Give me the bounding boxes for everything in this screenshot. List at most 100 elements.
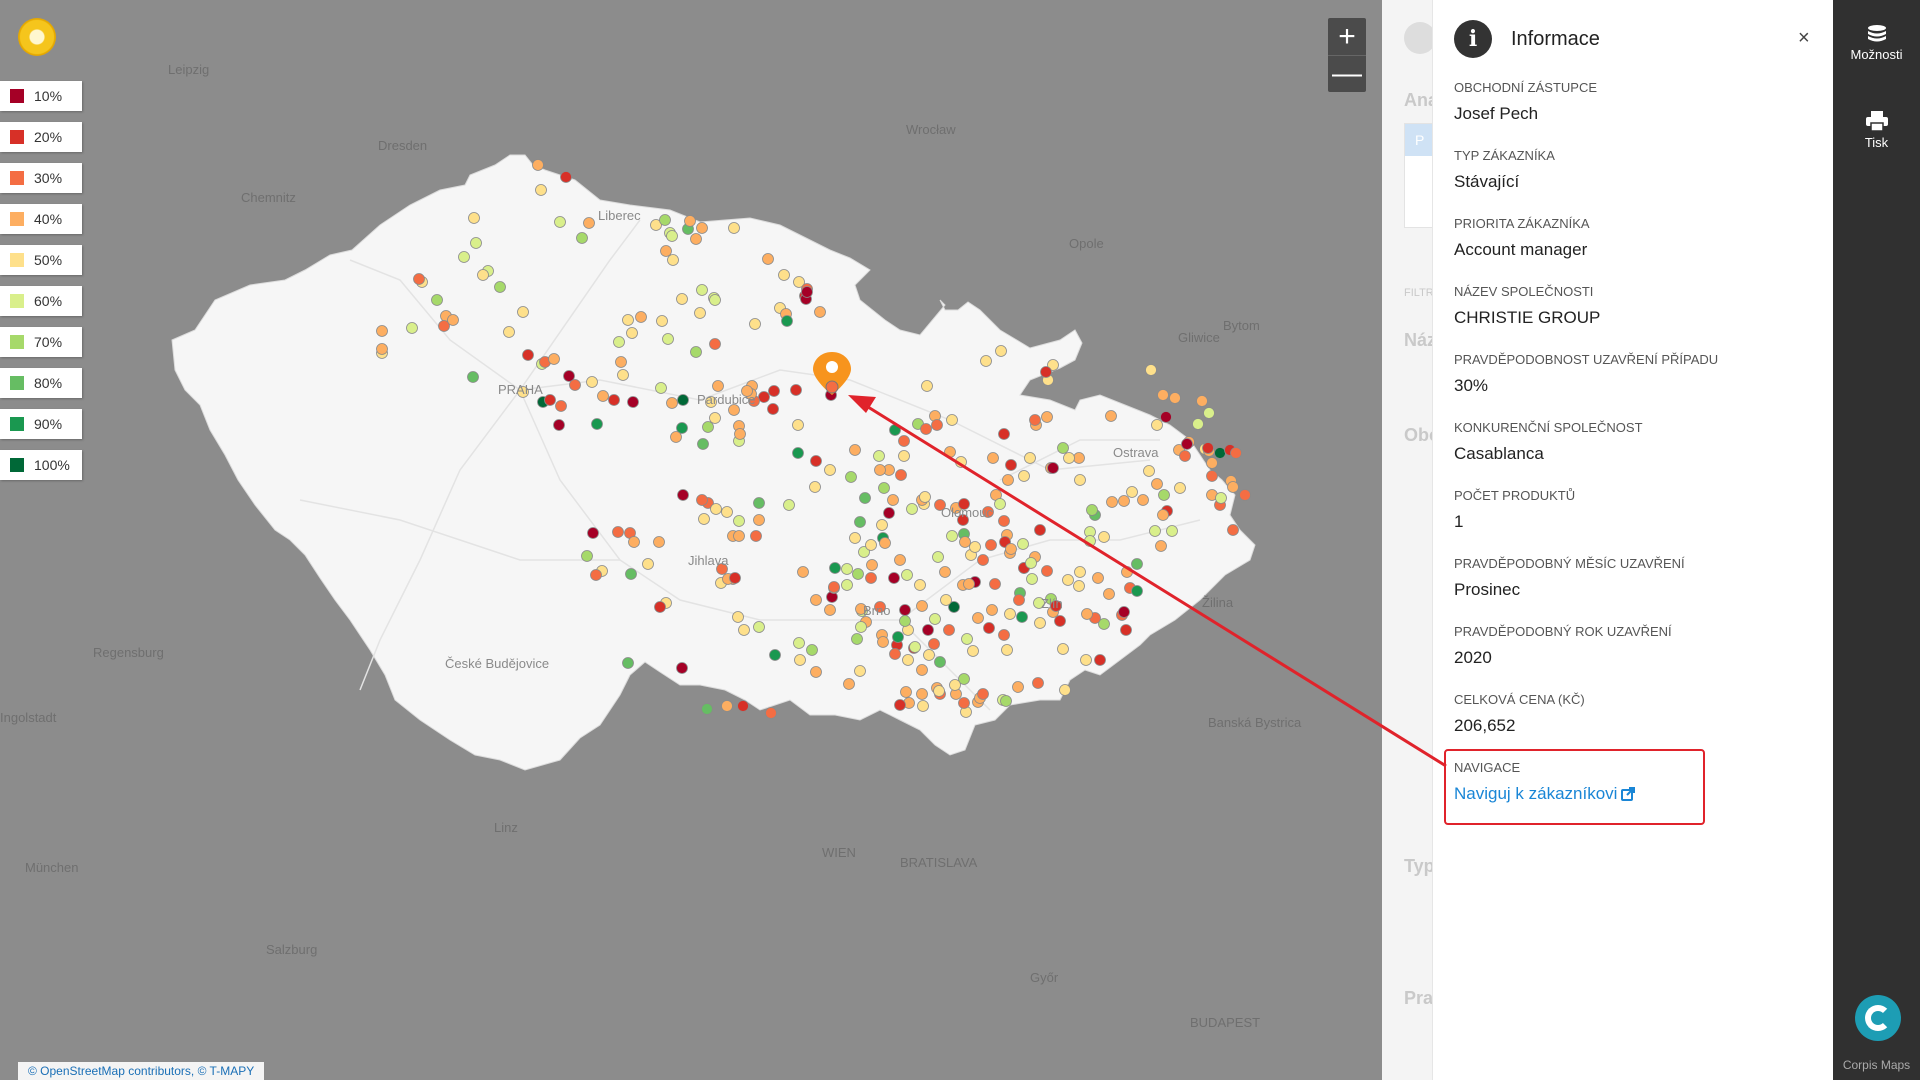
customer-marker[interactable] — [955, 456, 967, 468]
customer-marker[interactable] — [758, 391, 770, 403]
customer-marker[interactable] — [895, 469, 907, 481]
customer-marker[interactable] — [899, 604, 911, 616]
customer-marker[interactable] — [1118, 606, 1130, 618]
customer-marker[interactable] — [852, 568, 864, 580]
customer-marker[interactable] — [656, 315, 668, 327]
customer-marker[interactable] — [1155, 540, 1167, 552]
customer-marker[interactable] — [753, 621, 765, 633]
customer-marker[interactable] — [613, 336, 625, 348]
customer-marker[interactable] — [986, 604, 998, 616]
customer-marker[interactable] — [1239, 489, 1251, 501]
customer-marker[interactable] — [792, 419, 804, 431]
customer-marker[interactable] — [615, 356, 627, 368]
customer-marker[interactable] — [1103, 588, 1115, 600]
customer-marker[interactable] — [709, 338, 721, 350]
customer-marker[interactable] — [843, 678, 855, 690]
customer-marker[interactable] — [987, 452, 999, 464]
customer-marker[interactable] — [1157, 389, 1169, 401]
customer-marker[interactable] — [1041, 565, 1053, 577]
customer-marker[interactable] — [931, 419, 943, 431]
customer-marker[interactable] — [517, 306, 529, 318]
customer-marker[interactable] — [555, 400, 567, 412]
customer-marker[interactable] — [667, 254, 679, 266]
customer-marker[interactable] — [554, 216, 566, 228]
customer-marker[interactable] — [701, 703, 713, 715]
customer-marker[interactable] — [944, 446, 956, 458]
customer-marker[interactable] — [653, 536, 665, 548]
customer-marker[interactable] — [914, 579, 926, 591]
customer-marker[interactable] — [1013, 594, 1025, 606]
customer-marker[interactable] — [1034, 524, 1046, 536]
customer-marker[interactable] — [597, 390, 609, 402]
customer-marker[interactable] — [889, 424, 901, 436]
customer-marker[interactable] — [676, 662, 688, 674]
customer-marker[interactable] — [1149, 525, 1161, 537]
customer-marker[interactable] — [814, 306, 826, 318]
customer-marker[interactable] — [535, 184, 547, 196]
customer-marker[interactable] — [922, 624, 934, 636]
customer-marker[interactable] — [1004, 608, 1016, 620]
customer-marker[interactable] — [447, 314, 459, 326]
customer-marker[interactable] — [413, 273, 425, 285]
customer-marker[interactable] — [865, 539, 877, 551]
customer-marker[interactable] — [753, 514, 765, 526]
customer-marker[interactable] — [855, 621, 867, 633]
customer-marker[interactable] — [1106, 496, 1118, 508]
customer-marker[interactable] — [963, 578, 975, 590]
customer-marker[interactable] — [677, 394, 689, 406]
customer-marker[interactable] — [1179, 450, 1191, 462]
customer-marker[interactable] — [1105, 410, 1117, 422]
customer-marker[interactable] — [1227, 524, 1239, 536]
customer-marker[interactable] — [753, 497, 765, 509]
customer-marker[interactable] — [1000, 695, 1012, 707]
customer-marker[interactable] — [662, 333, 674, 345]
customer-marker[interactable] — [1094, 654, 1106, 666]
customer-marker[interactable] — [587, 527, 599, 539]
customer-marker[interactable] — [677, 489, 689, 501]
customer-marker[interactable] — [916, 664, 928, 676]
customer-marker[interactable] — [666, 397, 678, 409]
customer-marker[interactable] — [1120, 624, 1132, 636]
customer-marker[interactable] — [876, 519, 888, 531]
customer-marker[interactable] — [738, 624, 750, 636]
customer-marker[interactable] — [1040, 366, 1052, 378]
customer-marker[interactable] — [696, 494, 708, 506]
customer-marker[interactable] — [728, 222, 740, 234]
customer-marker[interactable] — [792, 447, 804, 459]
customer-marker[interactable] — [928, 638, 940, 650]
customer-marker[interactable] — [696, 222, 708, 234]
customer-marker[interactable] — [1034, 617, 1046, 629]
customer-marker[interactable] — [1074, 566, 1086, 578]
customer-marker[interactable] — [983, 622, 995, 634]
customer-marker[interactable] — [849, 532, 861, 544]
customer-marker[interactable] — [967, 645, 979, 657]
customer-marker[interactable] — [697, 438, 709, 450]
customer-marker[interactable] — [946, 530, 958, 542]
customer-marker[interactable] — [959, 536, 971, 548]
customer-marker[interactable] — [809, 481, 821, 493]
customer-marker[interactable] — [898, 435, 910, 447]
customer-marker[interactable] — [586, 376, 598, 388]
customer-marker[interactable] — [909, 641, 921, 653]
customer-marker[interactable] — [477, 269, 489, 281]
customer-marker[interactable] — [1032, 677, 1044, 689]
customer-marker[interactable] — [1024, 452, 1036, 464]
customer-marker[interactable] — [1196, 395, 1208, 407]
customer-marker[interactable] — [1018, 470, 1030, 482]
customer-marker[interactable] — [737, 700, 749, 712]
customer-marker[interactable] — [1181, 438, 1193, 450]
customer-marker[interactable] — [635, 311, 647, 323]
customer-marker[interactable] — [841, 579, 853, 591]
zoom-out-button[interactable]: — — [1328, 55, 1366, 92]
customer-marker[interactable] — [376, 343, 388, 355]
customer-marker[interactable] — [985, 539, 997, 551]
customer-marker[interactable] — [612, 526, 624, 538]
customer-marker[interactable] — [939, 566, 951, 578]
customer-marker[interactable] — [626, 327, 638, 339]
options-button[interactable]: Možnosti — [1833, 24, 1920, 62]
customer-marker[interactable] — [1002, 474, 1014, 486]
customer-marker[interactable] — [889, 648, 901, 660]
customer-marker[interactable] — [622, 657, 634, 669]
customer-marker[interactable] — [1214, 447, 1226, 459]
customer-marker[interactable] — [670, 431, 682, 443]
